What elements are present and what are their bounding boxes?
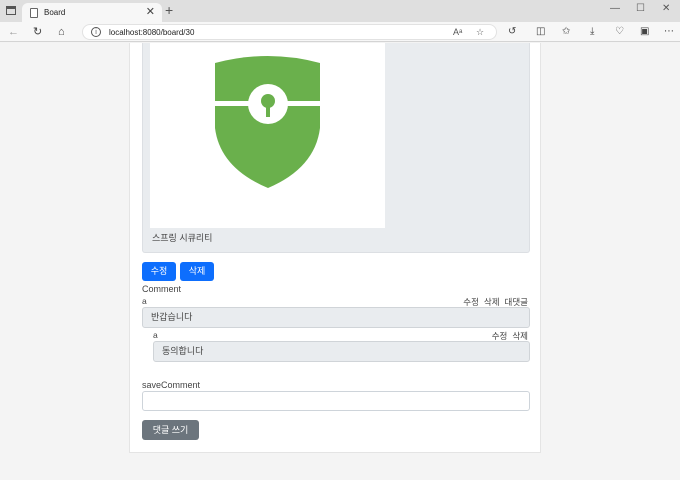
back-icon[interactable]: ← <box>8 25 19 39</box>
post-image <box>150 43 385 228</box>
maximize-button[interactable]: ☐ <box>636 3 645 15</box>
page-icon <box>30 8 38 18</box>
edit-reply-link[interactable]: 수정 <box>492 331 508 341</box>
close-tab-icon[interactable]: ✕ <box>146 6 155 18</box>
read-aloud-icon[interactable]: Aᵃ <box>453 26 462 38</box>
favorite-star-icon[interactable]: ☆ <box>476 26 484 38</box>
info-icon[interactable]: i <box>91 27 101 37</box>
address-bar[interactable]: i localhost:8080/board/30 Aᵃ ☆ <box>82 24 497 40</box>
comment-text: 반갑습니다 <box>142 307 530 328</box>
write-comment-button[interactable]: 댓글 쓰기 <box>142 420 199 440</box>
delete-comment-link[interactable]: 삭제 <box>484 297 500 307</box>
new-tab-button[interactable]: + <box>165 3 173 17</box>
extension-icon[interactable]: ↺ <box>508 25 516 39</box>
tab-title: Board <box>44 8 66 17</box>
home-icon[interactable]: ⌂ <box>58 25 65 39</box>
menu-icon[interactable]: ⋯ <box>664 25 674 39</box>
comment-input[interactable] <box>142 391 530 411</box>
reply-author: a <box>153 330 158 340</box>
favorites-icon[interactable]: ✩ <box>562 25 570 39</box>
refresh-icon[interactable]: ↻ <box>33 25 42 39</box>
delete-post-button[interactable]: 삭제 <box>180 262 214 281</box>
browser-tab-bar: Board ✕ + — ☐ ✕ <box>0 0 680 22</box>
board-card: 스프링 시큐리티 수정 삭제 Comment a 수정 삭제 대댓글 반갑습니다 a… <box>129 43 541 453</box>
page-viewport: 스프링 시큐리티 수정 삭제 Comment a 수정 삭제 대댓글 반갑습니다 a… <box>0 43 680 480</box>
split-screen-icon[interactable]: ◫ <box>536 25 545 39</box>
save-comment-label: saveComment <box>142 380 201 390</box>
url-text: localhost:8080/board/30 <box>109 28 195 37</box>
comment-author: a <box>142 296 147 306</box>
post-content: 스프링 시큐리티 <box>142 43 530 253</box>
shield-key-icon <box>210 56 325 188</box>
browser-toolbar: ← ↻ ⌂ i localhost:8080/board/30 Aᵃ ☆ ↺ ◫… <box>0 22 680 42</box>
browser-essentials-icon[interactable]: ♡ <box>615 25 624 39</box>
browser-tab[interactable]: Board ✕ <box>22 3 162 22</box>
collections-icon[interactable]: ▣ <box>640 25 649 39</box>
reply-comment-link[interactable]: 대댓글 <box>505 297 528 307</box>
comment-heading: Comment <box>142 284 182 294</box>
delete-reply-link[interactable]: 삭제 <box>512 331 528 341</box>
downloads-icon[interactable]: ⤓ <box>590 25 594 39</box>
close-window-button[interactable]: ✕ <box>662 3 670 15</box>
reply-text: 동의합니다 <box>153 341 530 362</box>
post-caption: 스프링 시큐리티 <box>152 233 213 243</box>
minimize-button[interactable]: — <box>610 3 620 15</box>
edit-comment-link[interactable]: 수정 <box>463 297 479 307</box>
edit-post-button[interactable]: 수정 <box>142 262 176 281</box>
tab-actions-icon[interactable] <box>6 6 16 15</box>
